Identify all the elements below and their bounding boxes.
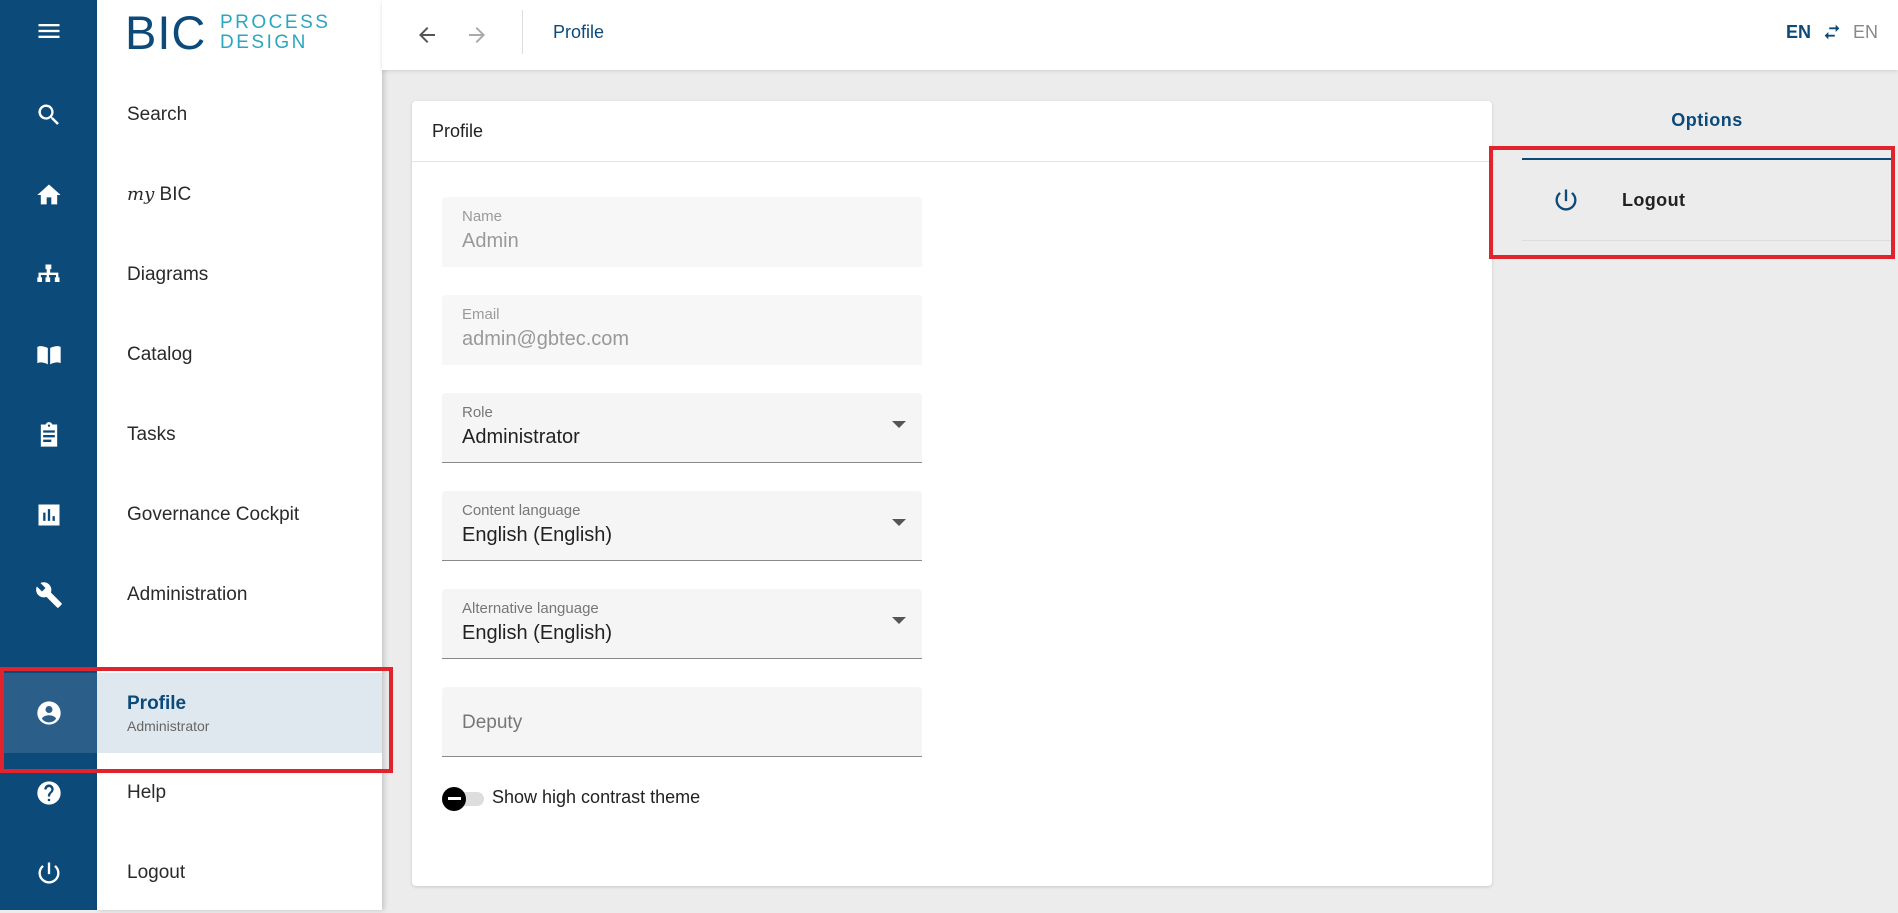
- svg-text:PROCESS: PROCESS: [220, 12, 330, 33]
- icon-rail: [0, 0, 97, 910]
- deputy-input[interactable]: Deputy: [442, 687, 922, 757]
- bic-process-design-logo: BIC PROCESS DESIGN: [125, 12, 330, 52]
- toggle-switch[interactable]: [442, 786, 484, 811]
- sitemap-icon: [36, 264, 59, 282]
- topbar-divider: [522, 10, 523, 54]
- high-contrast-label: Show high contrast theme: [492, 787, 701, 807]
- nav-item-search[interactable]: Search: [97, 75, 382, 155]
- rail-profile-button[interactable]: [0, 673, 97, 753]
- options-title: Options: [1671, 110, 1743, 130]
- language-switcher: EN EN: [1786, 21, 1878, 43]
- search-icon: [37, 104, 59, 125]
- rail-help-button[interactable]: [0, 753, 97, 833]
- page-title: Profile: [553, 22, 605, 42]
- rail-mybic-button[interactable]: [0, 155, 97, 235]
- arrow-right-icon: [469, 27, 485, 43]
- rail-search-button[interactable]: [0, 75, 97, 155]
- content-language-select[interactable]: Content language English (English): [442, 491, 922, 561]
- chevron-down-icon: [892, 421, 906, 428]
- email-field: Email admin@gbtec.com: [442, 295, 922, 365]
- home-icon: [36, 184, 61, 205]
- mybic-prefix: my: [127, 184, 155, 205]
- rail-diagrams-button[interactable]: [0, 235, 97, 315]
- nav-item-tasks[interactable]: Tasks: [97, 395, 382, 475]
- secondary-language[interactable]: EN: [1853, 22, 1878, 43]
- nav-item-mybic[interactable]: my BIC: [97, 155, 382, 235]
- toggle-knob: [442, 786, 466, 811]
- chart-icon: [38, 504, 59, 526]
- swap-language-icon[interactable]: [1821, 21, 1843, 43]
- profile-card-title: Profile: [412, 101, 1492, 162]
- forward-button[interactable]: [457, 15, 497, 55]
- rail-catalog-button[interactable]: [0, 315, 97, 395]
- power-icon: [38, 862, 59, 884]
- help-icon: [36, 781, 61, 805]
- profile-card: Profile Name Admin Email admin@gbtec.com…: [412, 101, 1492, 886]
- name-field: Name Admin: [442, 197, 922, 267]
- back-button[interactable]: [407, 15, 447, 55]
- high-contrast-toggle[interactable]: Show high contrast theme: [442, 786, 701, 811]
- side-nav: BIC PROCESS DESIGN Search my BIC Diagram…: [97, 0, 382, 910]
- primary-language[interactable]: EN: [1786, 22, 1811, 43]
- nav-item-administration[interactable]: Administration: [97, 555, 382, 635]
- nav-item-governance-cockpit[interactable]: Governance Cockpit: [97, 475, 382, 555]
- top-bar: Profile EN EN: [382, 0, 1898, 70]
- rail-governance-button[interactable]: [0, 475, 97, 555]
- wrench-icon: [35, 582, 62, 608]
- alternative-language-select[interactable]: Alternative language English (English): [442, 589, 922, 659]
- profile-role-sublabel: Administrator: [127, 717, 210, 734]
- account-icon: [36, 701, 61, 725]
- svg-text:DESIGN: DESIGN: [220, 32, 308, 52]
- nav-item-diagrams[interactable]: Diagrams: [97, 235, 382, 315]
- power-icon: [1555, 189, 1577, 211]
- chevron-down-icon: [892, 519, 906, 526]
- arrow-left-icon: [419, 27, 435, 43]
- menu-button[interactable]: [0, 0, 97, 71]
- hamburger-icon: [38, 24, 59, 38]
- rail-administration-button[interactable]: [0, 555, 97, 635]
- nav-item-help[interactable]: Help: [97, 753, 382, 833]
- clipboard-icon: [40, 422, 57, 447]
- nav-item-catalog[interactable]: Catalog: [97, 315, 382, 395]
- options-panel: Options Logout: [1522, 110, 1892, 241]
- chevron-down-icon: [892, 617, 906, 624]
- nav-item-profile[interactable]: Profile Administrator: [97, 673, 382, 753]
- book-icon: [36, 346, 61, 365]
- rail-tasks-button[interactable]: [0, 395, 97, 475]
- rail-logout-button[interactable]: [0, 833, 97, 913]
- role-select[interactable]: Role Administrator: [442, 393, 922, 463]
- options-logout-button[interactable]: Logout: [1522, 158, 1892, 241]
- nav-item-logout[interactable]: Logout: [97, 833, 382, 913]
- svg-text:BIC: BIC: [125, 12, 206, 52]
